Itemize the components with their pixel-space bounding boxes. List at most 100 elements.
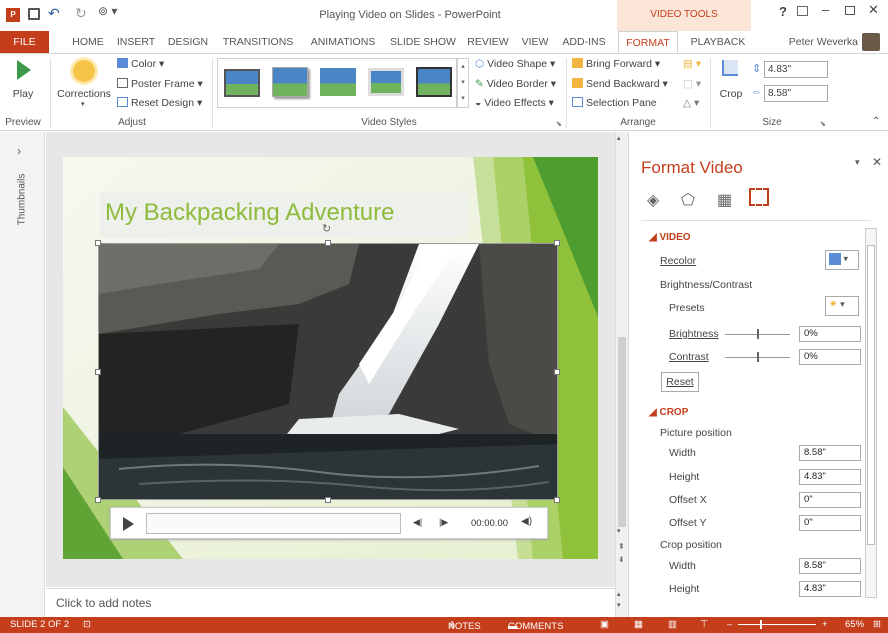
presets-dropdown[interactable]: ✷ ▾ — [825, 296, 859, 316]
help-icon[interactable]: ? — [779, 4, 787, 19]
brightness-slider[interactable] — [725, 329, 790, 339]
rotate-icon[interactable]: △ ▾ — [683, 97, 699, 109]
slide-title[interactable]: My Backpacking Adventure — [105, 199, 395, 227]
video-effects-button[interactable]: ◒ Video Effects ▾ — [475, 97, 554, 109]
pane-scroll-thumb[interactable] — [867, 245, 875, 545]
video-style-thumb[interactable] — [272, 67, 308, 97]
user-avatar[interactable] — [862, 33, 880, 51]
selection-pane-button[interactable]: Selection Pane — [572, 97, 657, 109]
fill-line-icon[interactable]: ◈ — [647, 190, 659, 210]
align-icon[interactable]: ▤ ▾ — [683, 58, 701, 70]
player-play-icon[interactable] — [123, 517, 134, 531]
tab-review[interactable]: REVIEW — [467, 31, 509, 53]
reading-view-icon[interactable]: ▥ — [668, 619, 677, 630]
resize-handle[interactable] — [554, 497, 560, 503]
tab-transitions[interactable]: TRANSITIONS — [222, 31, 294, 53]
expand-thumbnails-icon[interactable]: › — [17, 144, 21, 158]
effects-icon[interactable]: ⬠ — [681, 190, 695, 210]
save-icon[interactable] — [28, 8, 40, 20]
zoom-level[interactable]: 65% — [845, 619, 864, 630]
notes-placeholder[interactable]: Click to add notes — [56, 596, 151, 610]
resize-handle[interactable] — [95, 497, 101, 503]
size-dialog-launcher-icon[interactable]: ⬊ — [820, 120, 826, 128]
video-style-thumb[interactable] — [224, 69, 260, 97]
gallery-scroll[interactable]: ▴ ▾ ▾ — [457, 58, 469, 108]
slide-sorter-icon[interactable]: ▦ — [634, 619, 643, 630]
video-styles-gallery[interactable] — [217, 58, 457, 108]
resize-handle[interactable] — [325, 240, 331, 246]
zoom-slider-thumb[interactable] — [760, 620, 762, 629]
tab-design[interactable]: DESIGN — [165, 31, 211, 53]
group-icon[interactable]: ⬚ ▾ — [683, 78, 701, 90]
pane-options-icon[interactable]: ▾ — [855, 157, 860, 168]
crop-height-input[interactable]: 4.83" — [799, 581, 861, 597]
video-icon[interactable] — [749, 188, 769, 206]
thumbnails-strip[interactable]: › Thumbnails — [0, 132, 45, 617]
offset-x-input[interactable]: 0" — [799, 492, 861, 508]
brightness-slider-thumb[interactable] — [757, 329, 759, 339]
notes-scroll-up-icon[interactable]: ▴ — [617, 590, 621, 598]
recolor-dropdown[interactable]: ▾ — [825, 250, 859, 270]
progress-bar[interactable] — [146, 513, 401, 534]
size-properties-icon[interactable]: ▦ — [717, 190, 732, 210]
maximize-icon[interactable] — [845, 6, 855, 15]
scroll-up-icon[interactable]: ▴ — [617, 134, 621, 142]
rotate-handle-icon[interactable]: ↻ — [322, 222, 331, 235]
crop-button[interactable]: Crop — [716, 58, 746, 106]
redo-icon[interactable]: ↻ — [75, 5, 87, 22]
tab-playback[interactable]: PLAYBACK — [686, 31, 750, 53]
tab-insert[interactable]: INSERT — [114, 31, 158, 53]
zoom-in-icon[interactable]: + — [822, 619, 828, 630]
notes-pane[interactable]: Click to add notes — [46, 588, 615, 617]
contrast-slider[interactable] — [725, 352, 790, 362]
contrast-input[interactable]: 0% — [799, 349, 861, 365]
undo-icon[interactable]: ↶ — [48, 5, 60, 22]
normal-view-icon[interactable]: ▣ — [600, 619, 609, 630]
minimize-icon[interactable]: – — [822, 2, 829, 17]
crop-section-header[interactable]: ◢ CROP — [649, 407, 688, 418]
video-style-thumb[interactable] — [416, 67, 452, 97]
notes-scroll-down-icon[interactable]: ▾ — [617, 601, 621, 609]
resize-handle[interactable] — [325, 497, 331, 503]
video-frame[interactable] — [98, 243, 558, 500]
video-shape-button[interactable]: ⬡ Video Shape ▾ — [475, 58, 555, 70]
width-field[interactable]: 8.58" — [764, 85, 828, 102]
poster-frame-button[interactable]: Poster Frame ▾ — [117, 78, 203, 90]
volume-icon[interactable]: ◀) — [521, 516, 532, 527]
close-icon[interactable]: ✕ — [868, 2, 879, 18]
customize-qat-icon[interactable]: ⊚ ▾ — [98, 4, 117, 18]
tab-animations[interactable]: ANIMATIONS — [307, 31, 379, 53]
video-style-thumb[interactable] — [368, 68, 404, 96]
spell-check-icon[interactable]: ⊡ — [83, 619, 91, 630]
resize-handle[interactable] — [554, 369, 560, 375]
corrections-button[interactable]: Corrections ▾ — [56, 56, 112, 110]
brightness-input[interactable]: 0% — [799, 326, 861, 342]
pane-close-icon[interactable]: ✕ — [872, 155, 882, 169]
picture-width-input[interactable]: 8.58" — [799, 445, 861, 461]
contrast-slider-thumb[interactable] — [757, 352, 759, 362]
height-field[interactable]: 4.83" — [764, 61, 828, 78]
reset-button[interactable]: Reset — [661, 372, 699, 392]
video-section-header[interactable]: ◢ VIDEO — [649, 232, 691, 243]
reset-design-button[interactable]: Reset Design ▾ — [117, 97, 202, 109]
video-border-button[interactable]: ✎ Video Border ▾ — [475, 78, 556, 90]
picture-height-input[interactable]: 4.83" — [799, 469, 861, 485]
user-name[interactable]: Peter Weverka — [768, 31, 858, 53]
step-forward-icon[interactable]: |▶ — [439, 517, 448, 528]
bring-forward-button[interactable]: Bring Forward ▾ — [572, 58, 660, 70]
slide[interactable]: My Backpacking Adventure ↻ ◀| |▶ 00:00.0… — [63, 157, 598, 559]
tab-add-ins[interactable]: ADD-INS — [560, 31, 608, 53]
resize-handle[interactable] — [95, 369, 101, 375]
offset-y-input[interactable]: 0" — [799, 515, 861, 531]
tab-view[interactable]: VIEW — [516, 31, 554, 53]
play-button[interactable]: Play — [8, 58, 38, 108]
zoom-out-icon[interactable]: – — [727, 619, 732, 630]
zoom-slider[interactable] — [738, 624, 816, 625]
ribbon-display-icon[interactable] — [797, 6, 808, 16]
send-backward-button[interactable]: Send Backward ▾ — [572, 78, 668, 90]
slide-indicator[interactable]: SLIDE 2 OF 2 — [10, 619, 69, 630]
step-back-icon[interactable]: ◀| — [413, 517, 422, 528]
video-style-thumb[interactable] — [320, 68, 356, 96]
pane-scrollbar[interactable] — [865, 228, 877, 598]
tab-format[interactable]: FORMAT — [618, 31, 678, 54]
